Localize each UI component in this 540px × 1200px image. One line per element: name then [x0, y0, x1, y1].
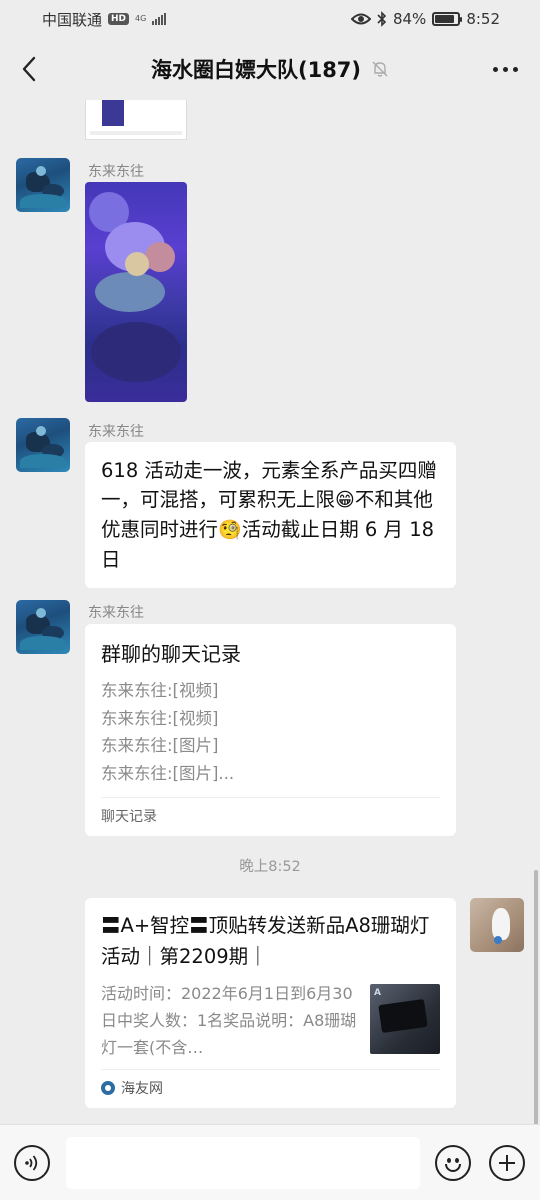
- hd-badge: HD: [108, 13, 130, 25]
- scrollbar-thumb[interactable]: [534, 870, 538, 1124]
- chat-header: 海水圈白嫖大队(187): [0, 38, 540, 100]
- bluetooth-icon: [377, 11, 387, 27]
- input-bar: [0, 1124, 540, 1200]
- more-options-button[interactable]: [488, 52, 522, 86]
- avatar[interactable]: [16, 158, 70, 212]
- image-message[interactable]: [85, 182, 187, 402]
- clock: 8:52: [466, 10, 500, 28]
- chat-record-card[interactable]: 群聊的聊天记录 东来东往:[视频] 东来东往:[视频] 东来东往:[图片] 东来…: [85, 624, 456, 836]
- text-message-bubble[interactable]: 618 活动走一波，元素全系产品买四赠一，可混搭，可累积无上限😁不和其他优惠同时…: [85, 442, 456, 588]
- chat-record-line: 东来东往:[图片]...: [101, 763, 235, 783]
- thinking-emoji: 🧐: [218, 519, 242, 541]
- more-actions-button[interactable]: [489, 1145, 525, 1181]
- source-logo-icon: [101, 1081, 115, 1095]
- link-source: 海友网: [101, 1069, 440, 1108]
- timestamp: 晚上8:52: [239, 859, 301, 875]
- sender-name: 东来东往: [88, 164, 144, 180]
- status-bar-right: 84% 8:52: [350, 10, 500, 28]
- link-description: 活动时间：2022年6月1日到6月30日中奖人数：1名奖品说明：A8珊瑚灯一套(…: [101, 984, 357, 1057]
- voice-wave-icon: [25, 1155, 38, 1171]
- partial-image-message[interactable]: [85, 100, 187, 140]
- signal-icon: [152, 13, 167, 25]
- sender-name: 东来东往: [88, 424, 144, 440]
- link-body: 活动时间：2022年6月1日到6月30日中奖人数：1名奖品说明：A8珊瑚灯一套(…: [101, 980, 440, 1061]
- emoji-button[interactable]: [435, 1145, 471, 1181]
- chevron-left-icon: [22, 56, 36, 82]
- self-avatar[interactable]: [470, 898, 524, 952]
- sender-name: 东来东往: [88, 605, 144, 621]
- chat-record-title: 群聊的聊天记录: [101, 642, 241, 666]
- eye-icon: [350, 13, 371, 25]
- chat-record-footer: 聊天记录: [101, 797, 440, 836]
- grin-emoji: 😁: [335, 489, 355, 511]
- battery-icon: [432, 12, 463, 26]
- thumbnail-label: A: [374, 988, 381, 998]
- status-bar-left: 中国联通 HD 4G: [42, 9, 167, 30]
- chat-title: 海水圈白嫖大队(187): [150, 58, 362, 82]
- avatar[interactable]: [16, 418, 70, 472]
- network-type: 4G: [135, 14, 147, 23]
- link-source-name: 海友网: [121, 1081, 163, 1097]
- message-input[interactable]: [66, 1137, 420, 1189]
- message-list[interactable]: 东来东往 东来东往 618 活动走一波，元素全系产品买四赠一，可混搭，可累积无上…: [0, 100, 540, 1124]
- link-card[interactable]: 〓A+智控〓顶贴转发送新品A8珊瑚灯活动｜第2209期｜ 活动时间：2022年6…: [85, 898, 456, 1108]
- mute-bell-icon: [372, 61, 388, 77]
- link-title: 〓A+智控〓顶贴转发送新品A8珊瑚灯活动｜第2209期｜: [101, 914, 430, 968]
- voice-input-button[interactable]: [14, 1145, 50, 1181]
- carrier-label: 中国联通: [42, 10, 103, 29]
- status-bar: 中国联通 HD 4G 84% 8:52: [0, 0, 540, 38]
- link-thumbnail: A: [370, 984, 440, 1054]
- chat-record-line: 东来东往:[视频]: [101, 681, 219, 700]
- chat-record-line: 东来东往:[视频]: [101, 708, 219, 728]
- title-group: 海水圈白嫖大队(187): [151, 54, 389, 84]
- back-button[interactable]: [12, 52, 46, 86]
- battery-percent: 84%: [392, 10, 427, 28]
- chat-record-line: 东来东往:[图片]: [101, 736, 219, 755]
- avatar[interactable]: [16, 600, 70, 654]
